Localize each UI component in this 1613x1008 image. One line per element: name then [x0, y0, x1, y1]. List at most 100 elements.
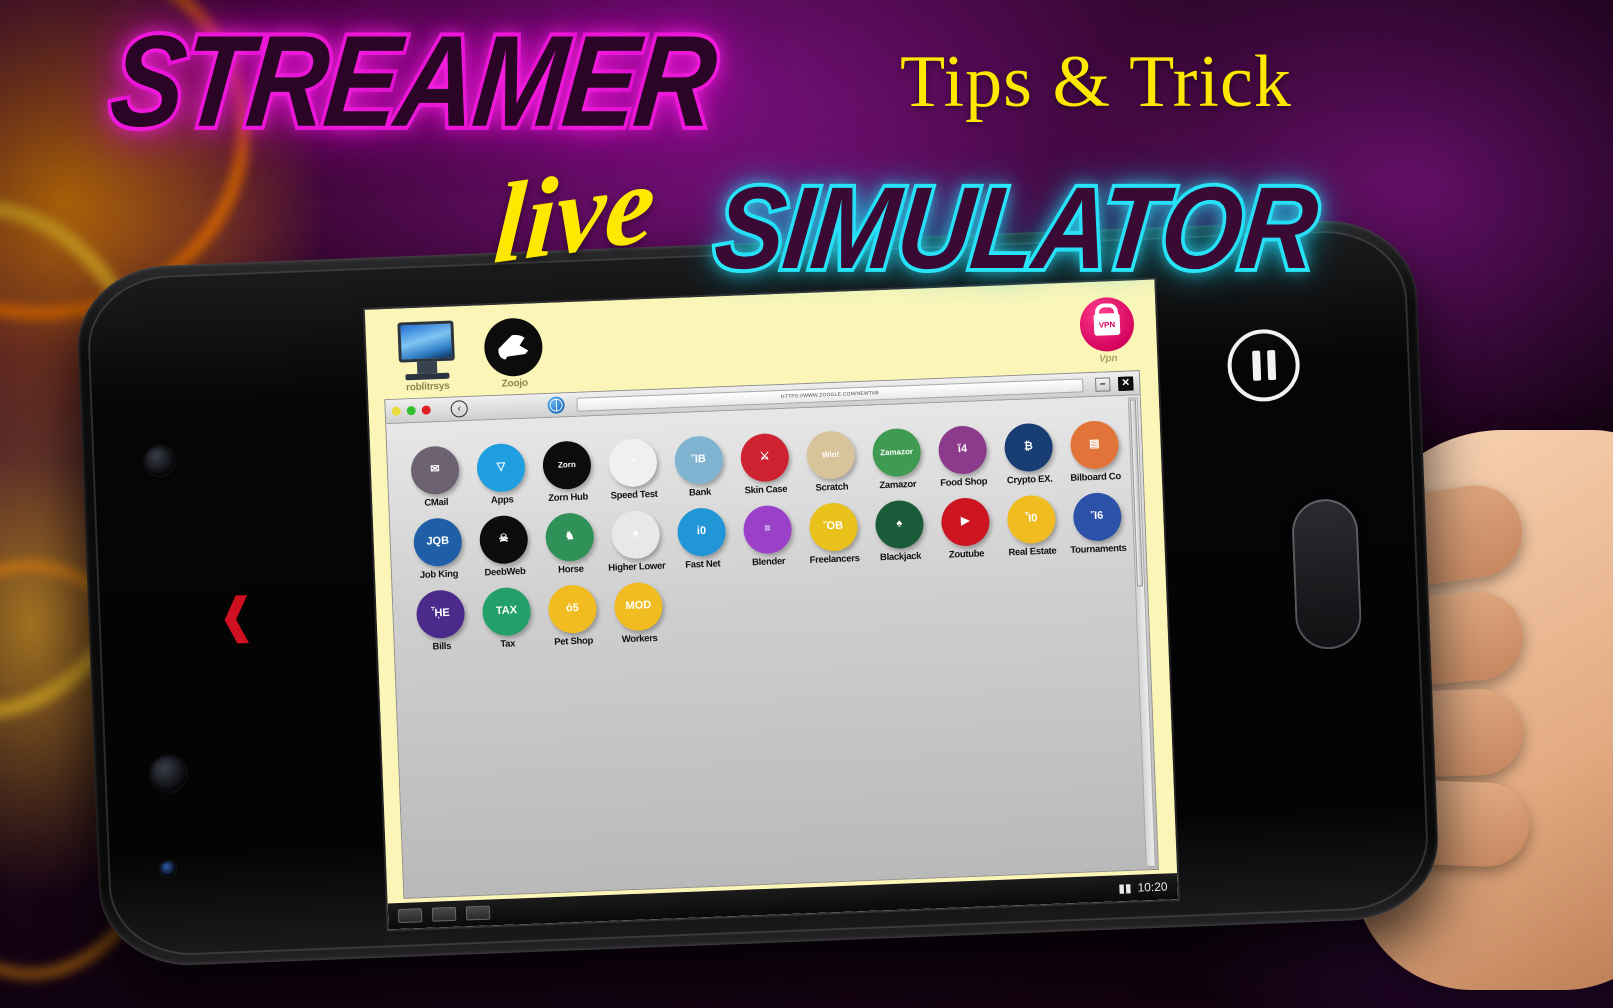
app-tile[interactable]: ♠ Blackjack — [865, 499, 933, 563]
trophy-icon: Ἴ6 — [1072, 492, 1123, 542]
app-tile[interactable]: ἱ0 Fast Net — [668, 507, 736, 571]
video-play-icon: ▶ — [940, 497, 991, 547]
taskbar-window-icon[interactable] — [397, 908, 423, 924]
app-tile[interactable]: Ἶ0 Real Estate — [997, 494, 1065, 558]
app-tile[interactable]: ⚔ Skin Case — [731, 432, 799, 496]
app-tile[interactable]: Zamazor Zamazor — [863, 427, 931, 491]
zoo-browser-icon — [483, 317, 544, 378]
zamazor-icon: Zamazor — [871, 427, 922, 478]
desktop-icon-zoo-browser[interactable]: Zoojo — [470, 317, 557, 391]
app-tile-label: Skin Case — [744, 483, 788, 497]
app-tile[interactable]: Win! Scratch — [797, 430, 865, 494]
horse-icon: ♞ — [544, 512, 595, 563]
app-tile[interactable]: ἽB Bank — [665, 435, 733, 499]
app-tile[interactable]: ▶ Zoutube — [931, 497, 999, 561]
app-tile[interactable]: Ἴ6 Tournaments — [1063, 492, 1131, 556]
app-tile-label: Blackjack — [879, 550, 922, 564]
app-tile[interactable]: ᾟE Bills — [407, 589, 475, 653]
app-tile-label: Real Estate — [1008, 545, 1057, 559]
app-tile[interactable]: ☠ DeebWeb — [470, 514, 538, 578]
red-accent-icon: ❰ — [215, 589, 258, 644]
phone-device: ❰ roblitrsys Zoojo VPN Vpn ‹ HTTPS://WWW… — [75, 217, 1441, 969]
app-tile[interactable]: ₿ Crypto EX. — [995, 422, 1063, 486]
app-tile-label: Workers — [621, 632, 658, 646]
blackjack-icon: ♠ — [874, 499, 925, 550]
pause-button[interactable] — [1226, 328, 1301, 403]
app-tile[interactable]: ▤ Bilboard Co — [1061, 420, 1129, 484]
playing-cards-icon: ♠ — [610, 509, 661, 560]
app-tile[interactable]: ✉ CMail — [401, 445, 469, 509]
receipt-icon: ᾟE — [415, 589, 466, 640]
app-tile-label: DeebWeb — [484, 565, 526, 579]
app-tile-label: Job King — [419, 568, 459, 581]
app-tile-label: Bank — [688, 486, 712, 499]
app-tile-label: Tournaments — [1070, 542, 1127, 556]
phone-screen: roblitrsys Zoojo VPN Vpn ‹ HTTPS://WWW.Z… — [364, 279, 1179, 930]
tax-icon: TAX — [481, 586, 532, 637]
battery-icon: ▮▮ — [1118, 880, 1132, 896]
mixer-icon: ≡ — [742, 504, 793, 555]
worker-icon: MOD — [613, 581, 664, 632]
browser-window: ‹ HTTPS://WWW.ZOOGLE.COM/NEWTAB – ✕ ✉ CMa… — [384, 370, 1159, 899]
window-dot-yellow-icon[interactable] — [391, 406, 401, 416]
sensor-icon — [159, 860, 177, 878]
taskbar-right: ▮▮ 10:20 — [1118, 879, 1168, 895]
app-tile-label: Scratch — [815, 481, 849, 494]
triangle-icon: ▽ — [476, 442, 526, 493]
envelope-icon: ✉ — [410, 445, 460, 496]
desktop-icon-vpn[interactable]: VPN Vpn — [1069, 296, 1146, 366]
computer-icon — [397, 320, 455, 363]
app-tile-label: Zorn Hub — [548, 491, 589, 504]
app-tile[interactable]: JQB Job King — [404, 517, 472, 581]
dog-icon: ὁ5 — [547, 584, 598, 635]
url-text: HTTPS://WWW.ZOOGLE.COM/NEWTAB — [780, 389, 879, 400]
jqb-icon: JQB — [412, 517, 463, 568]
minimize-button[interactable]: – — [1094, 376, 1111, 392]
zornhub-icon: Zorn — [542, 440, 592, 491]
taskbar-window-icon[interactable] — [431, 906, 457, 922]
app-tile[interactable]: TAX Tax — [473, 586, 541, 650]
camera-lens-icon — [149, 755, 188, 793]
taskbar-left — [397, 905, 491, 924]
app-tile[interactable]: Zorn Zorn Hub — [533, 440, 601, 504]
app-tile[interactable]: ὁ5 Pet Shop — [539, 584, 607, 648]
back-button[interactable]: ‹ — [450, 400, 469, 418]
taskbar-window-icon[interactable] — [465, 905, 491, 921]
vpn-icon: VPN — [1078, 296, 1135, 353]
speedometer-icon: ◔ — [607, 437, 658, 488]
bank-icon: ἽB — [673, 435, 724, 486]
monitor-stand — [416, 361, 438, 374]
app-tile-label: Zoutube — [948, 548, 985, 561]
app-tile[interactable]: MOD Workers — [604, 581, 672, 645]
app-tile[interactable]: ▽ Apps — [467, 442, 535, 507]
app-tile[interactable]: ὋB Freelancers — [800, 502, 868, 566]
app-tile-label: Freelancers — [809, 553, 860, 566]
anonymous-mask-icon: ☠ — [478, 514, 529, 565]
window-dot-red-icon[interactable] — [421, 405, 431, 415]
app-tile[interactable]: ◔ Speed Test — [599, 437, 667, 502]
home-button[interactable] — [1290, 497, 1363, 651]
crypto-icon: ₿ — [1003, 422, 1054, 473]
phone-bezel: ❰ roblitrsys Zoojo VPN Vpn ‹ HTTPS://WWW… — [85, 227, 1431, 959]
pause-bar-icon — [1266, 349, 1276, 381]
app-tile[interactable]: ♞ Horse — [536, 512, 604, 576]
app-tile-label: Fast Net — [685, 558, 721, 571]
app-tile-label: Apps — [490, 494, 514, 507]
app-tile-label: Pet Shop — [554, 635, 594, 648]
lock-icon: VPN — [1093, 312, 1121, 336]
app-tile[interactable]: ♠ Higher Lower — [602, 509, 670, 574]
close-button[interactable]: ✕ — [1117, 375, 1134, 391]
camera-lens-icon — [143, 445, 176, 477]
app-tile-label: Bilboard Co — [1070, 470, 1122, 484]
monitor-base — [405, 372, 450, 381]
scratch-win-icon: Win! — [805, 430, 856, 481]
knife-icon: ⚔ — [739, 432, 790, 483]
house-icon: Ἶ0 — [1006, 494, 1057, 545]
desktop-icon-computer[interactable]: roblitrsys — [383, 320, 470, 394]
app-tile[interactable]: ≡ Blender — [734, 504, 802, 568]
app-tile-label: Blender — [751, 555, 786, 569]
window-dot-green-icon[interactable] — [406, 406, 416, 416]
pause-bar-icon — [1251, 350, 1261, 381]
app-tile[interactable]: ἵ4 Food Shop — [929, 425, 997, 489]
laptop-worker-icon: ὋB — [808, 502, 859, 552]
